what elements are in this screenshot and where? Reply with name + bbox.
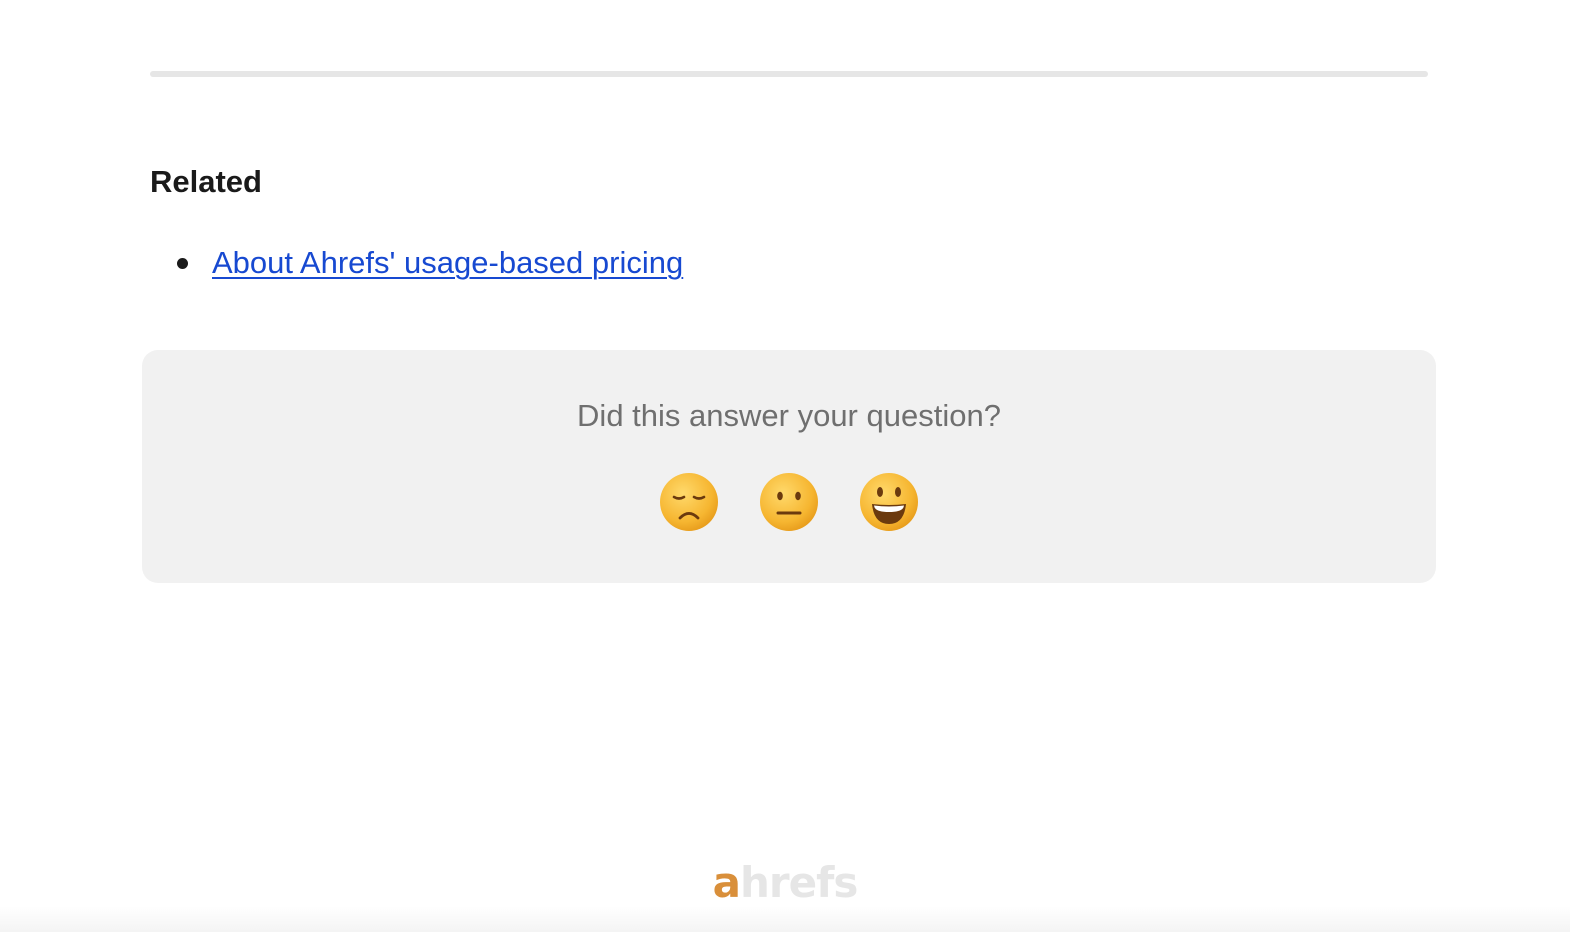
- reaction-neutral-button[interactable]: [759, 472, 819, 532]
- neutral-face-icon: [760, 473, 818, 531]
- logo-wordmark-rest: hrefs: [739, 858, 858, 907]
- reaction-smiley-button[interactable]: [859, 472, 919, 532]
- logo-accent-letter: a: [712, 858, 741, 907]
- disappointed-face-icon: [660, 473, 718, 531]
- ahrefs-logo[interactable]: ahrefs: [0, 858, 1570, 908]
- smiley-face-icon: [860, 473, 918, 531]
- section-divider: [150, 71, 1428, 77]
- related-article-link[interactable]: About Ahrefs' usage-based pricing: [212, 242, 683, 284]
- reaction-group: [142, 472, 1436, 532]
- reaction-disappointed-button[interactable]: [659, 472, 719, 532]
- feedback-panel: Did this answer your question?: [142, 350, 1436, 583]
- feedback-question: Did this answer your question?: [577, 398, 1001, 433]
- bullet-icon: [177, 258, 188, 269]
- related-heading: Related: [150, 164, 262, 199]
- footer-shade: [0, 906, 1570, 932]
